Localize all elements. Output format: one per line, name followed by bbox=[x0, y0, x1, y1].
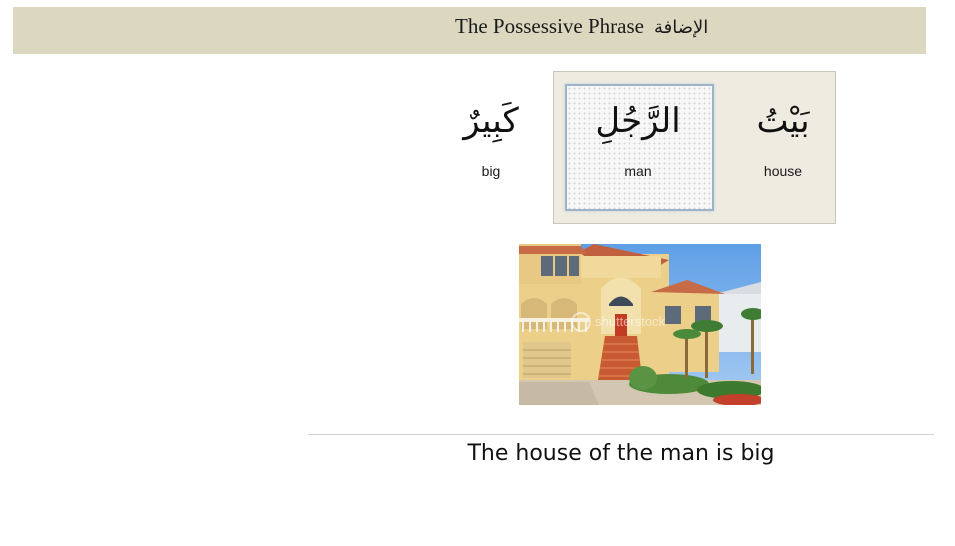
word-big: كَبِيرٌ big bbox=[448, 104, 534, 179]
watermark-text: shutterstock bbox=[595, 314, 666, 329]
title-english: The Possessive Phrase bbox=[455, 14, 644, 38]
word-house-gloss: house bbox=[763, 163, 803, 179]
word-house: بَيْتُ house bbox=[737, 104, 829, 179]
divider-line bbox=[308, 434, 934, 435]
word-man-arabic: الرَّجُلِ bbox=[595, 101, 681, 141]
word-big-gloss: big bbox=[481, 163, 501, 179]
translation-sentence: The house of the man is big bbox=[467, 441, 775, 466]
page-title: The Possessive Phrase الإضافة bbox=[455, 14, 708, 39]
house-photo: shutterstock bbox=[519, 244, 761, 405]
word-house-arabic: بَيْتُ bbox=[756, 101, 810, 141]
word-man-gloss: man bbox=[624, 163, 652, 179]
word-man: الرَّجُلِ man bbox=[590, 104, 686, 179]
title-arabic: الإضافة bbox=[653, 17, 709, 38]
word-big-arabic: كَبِيرٌ bbox=[463, 101, 519, 141]
